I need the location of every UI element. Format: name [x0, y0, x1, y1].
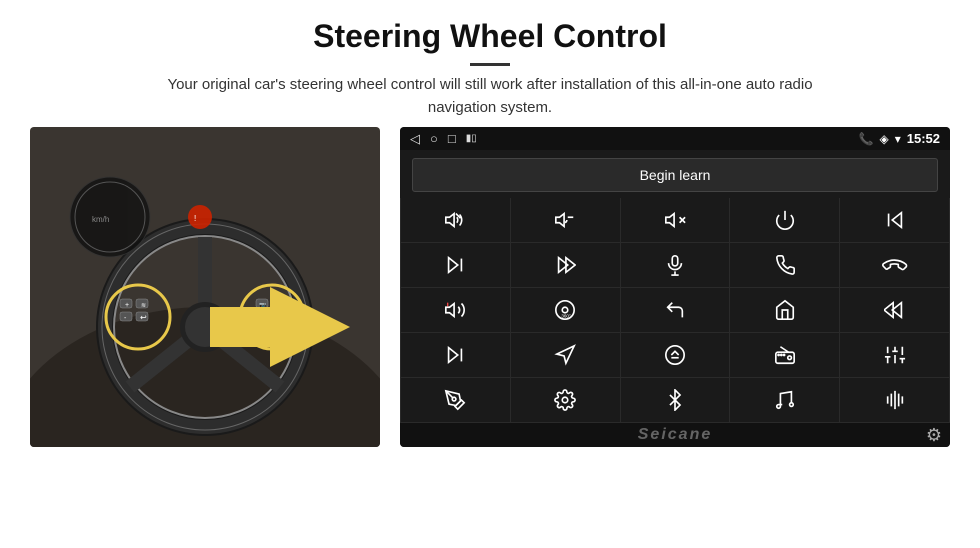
equalizer-button[interactable]	[840, 333, 949, 377]
phone-button[interactable]	[730, 243, 839, 287]
hang-up-button[interactable]	[840, 243, 949, 287]
recent-nav-icon[interactable]: □	[448, 131, 456, 146]
mic-button[interactable]	[621, 243, 730, 287]
seicane-watermark: Seicane	[638, 426, 712, 444]
home-nav-icon[interactable]: ○	[430, 131, 438, 146]
home-button[interactable]	[730, 288, 839, 332]
radio-button[interactable]	[730, 333, 839, 377]
header-description: Your original car's steering wheel contr…	[140, 74, 840, 119]
status-bar: ◁ ○ □ ▮▯ 📞 ◈ ▾ 15:52	[400, 127, 950, 150]
power-button[interactable]	[730, 198, 839, 242]
nav-buttons: ◁ ○ □ ▮▯	[410, 131, 477, 147]
page-title: Steering Wheel Control	[60, 18, 920, 55]
vol-down-button[interactable]	[511, 198, 620, 242]
phone-status-icon: 📞	[859, 132, 874, 146]
camera360-button[interactable]: 360°	[511, 288, 620, 332]
seek-next-button[interactable]	[511, 243, 620, 287]
svg-text:!: !	[194, 214, 196, 223]
begin-learn-row: Begin learn	[400, 150, 950, 198]
wifi-icon: ▾	[895, 132, 901, 146]
page: Steering Wheel Control Your original car…	[0, 0, 980, 548]
time-display: 15:52	[907, 131, 940, 146]
title-divider	[470, 63, 510, 66]
control-icon-grid: 360°	[400, 198, 950, 423]
android-panel: ◁ ○ □ ▮▯ 📞 ◈ ▾ 15:52 Begin learn	[400, 127, 950, 447]
skip-fwd-button[interactable]	[401, 333, 510, 377]
next-skip-button[interactable]	[401, 243, 510, 287]
vol-up-button[interactable]	[401, 198, 510, 242]
battery-icon: ▮▯	[466, 133, 477, 144]
settings2-button[interactable]	[511, 378, 620, 422]
main-content: + ≋ - ↩ 📷 ◇ ⊙ ◇ km/h	[0, 127, 980, 548]
car-image: + ≋ - ↩ 📷 ◇ ⊙ ◇ km/h	[30, 127, 380, 447]
settings-icon[interactable]: ⚙	[926, 425, 942, 446]
header-section: Steering Wheel Control Your original car…	[0, 0, 980, 127]
svg-text:km/h: km/h	[92, 215, 109, 224]
eject-button[interactable]	[621, 333, 730, 377]
bluetooth-button[interactable]	[621, 378, 730, 422]
music-button[interactable]	[730, 378, 839, 422]
svg-text:↩: ↩	[140, 313, 147, 322]
return-button[interactable]	[621, 288, 730, 332]
vol-mute-button[interactable]	[621, 198, 730, 242]
horn-button[interactable]	[401, 288, 510, 332]
status-indicators: 📞 ◈ ▾ 15:52	[859, 131, 940, 146]
skip-back-button[interactable]	[840, 288, 949, 332]
svg-text:360°: 360°	[562, 313, 572, 318]
prev-track-button[interactable]	[840, 198, 949, 242]
location-icon: ◈	[879, 132, 888, 146]
begin-learn-button[interactable]: Begin learn	[412, 158, 938, 192]
waveform-button[interactable]	[840, 378, 949, 422]
svg-text:+: +	[125, 302, 129, 309]
pen-button[interactable]	[401, 378, 510, 422]
svg-text:≋: ≋	[141, 303, 146, 309]
back-nav-icon[interactable]: ◁	[410, 131, 420, 147]
navigate-button[interactable]	[511, 333, 620, 377]
